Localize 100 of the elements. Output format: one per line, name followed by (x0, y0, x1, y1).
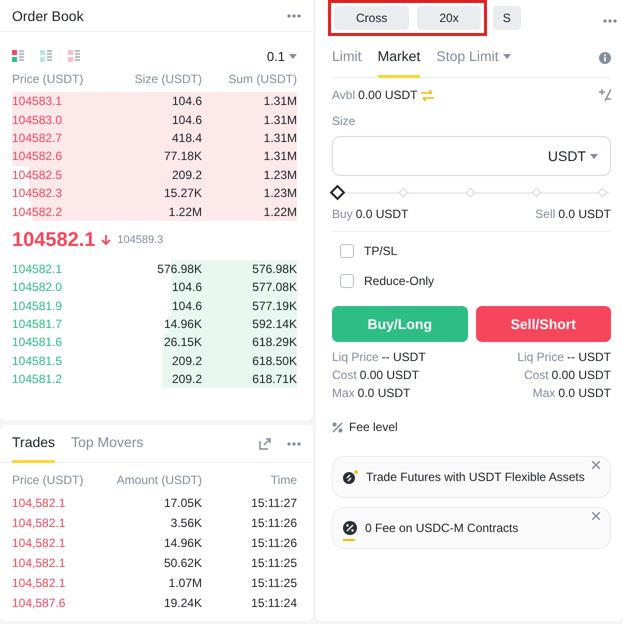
size-cell: 104.6 (172, 298, 202, 313)
accent-bar (343, 539, 355, 541)
sell-amount-value: 0.0 USDT (558, 207, 611, 221)
amount-cell: 50.62K (164, 556, 202, 570)
sum-cell: 1.22M (264, 204, 297, 219)
transfer-icon[interactable] (420, 90, 434, 100)
close-icon[interactable] (592, 512, 600, 520)
size-cell: 209.2 (172, 372, 202, 386)
more-icon[interactable] (287, 442, 301, 446)
column-header: Price (USDT) (12, 473, 84, 487)
sum-cell: 576.98K (252, 262, 297, 276)
info-icon[interactable] (599, 52, 611, 64)
discount-badge-icon (343, 521, 357, 535)
mode-button[interactable]: Cross (334, 6, 410, 30)
size-input-field[interactable]: USDT (332, 136, 611, 176)
info-value: 0.00 USDT (360, 368, 420, 384)
external-link-icon[interactable] (259, 438, 271, 450)
sum-cell: 1.31M (264, 112, 297, 127)
info-value: 0.0 USDT (558, 386, 611, 402)
precision-dropdown[interactable]: 0.1 (266, 48, 297, 64)
info-value: -- USDT (382, 350, 426, 366)
price-cell: 104,582.1 (12, 556, 66, 570)
price-cell: 104583.0 (12, 112, 62, 127)
slider-stop (531, 188, 542, 198)
sell-short-button[interactable]: Sell/Short (476, 306, 611, 342)
price-cell: 104582.5 (12, 168, 62, 182)
book-asks-icon[interactable] (68, 50, 80, 62)
banner-text: 0 Fee on USDC-M Contracts (365, 521, 518, 535)
amount-cell: 1.07M (168, 576, 202, 590)
checkbox[interactable] (340, 244, 354, 258)
info-value: -- USDT (567, 350, 611, 366)
amount-cell: 19.24K (164, 596, 202, 610)
price-cell: 104582.7 (12, 130, 62, 145)
sum-cell: 1.23M (264, 168, 297, 182)
sum-cell: 577.19K (252, 298, 297, 313)
info-value: 0.0 USDT (358, 386, 410, 402)
order-type-tab[interactable]: Market (378, 38, 420, 78)
column-header: Price (USDT) (12, 72, 84, 86)
caret-icon (289, 54, 297, 58)
price-cell: 104581.7 (12, 317, 62, 332)
info-label: Max (332, 386, 355, 402)
sell-amount-label: Sell (535, 207, 556, 221)
size-cell: 77.18K (164, 149, 202, 164)
price-cell: 104582.2 (12, 204, 62, 219)
mode-button[interactable]: S (492, 6, 521, 30)
sum-cell: 618.50K (252, 354, 297, 368)
mode-button[interactable]: 20x (417, 6, 481, 30)
book-bids-icon[interactable] (40, 50, 52, 62)
size-cell: 209.2 (172, 168, 202, 182)
column-header: Sum (USDT) (227, 72, 297, 86)
size-cell: 418.4 (172, 130, 202, 145)
book-both-icon[interactable] (12, 50, 24, 62)
fee-level-link[interactable]: Fee level (349, 420, 398, 434)
coin-spark-icon (343, 470, 358, 484)
time-cell: 15:11:25 (251, 576, 297, 590)
checkbox-label: TP/SL (364, 244, 398, 258)
amount-cell: 3.56K (170, 516, 202, 530)
info-label: Cost (332, 368, 357, 384)
available-label: Avbl (332, 88, 356, 102)
sum-cell: 1.23M (264, 186, 297, 200)
more-icon[interactable] (287, 14, 301, 18)
info-label: Liq Price (332, 350, 379, 366)
sum-cell: 618.29K (252, 335, 297, 350)
time-cell: 15:11:25 (251, 556, 297, 570)
sum-cell: 577.08K (252, 280, 297, 294)
percent-icon[interactable] (332, 422, 343, 432)
slider-stop (465, 188, 475, 198)
size-cell: 26.15K (164, 335, 202, 350)
caret-icon (590, 154, 598, 158)
sum-cell: 1.31M (264, 94, 297, 108)
sum-cell: 592.14K (252, 317, 297, 332)
price-cell: 104581.9 (12, 298, 62, 313)
slider-track[interactable] (330, 186, 609, 201)
price-cell: 104583.1 (12, 94, 62, 108)
checkbox-label: Reduce-Only (364, 274, 434, 288)
column-header: Size (USDT) (134, 72, 202, 86)
available-value: 0.00 USDT (358, 88, 418, 102)
buy-amount-value: 0.0 USDT (356, 207, 408, 221)
plus-minus-icon[interactable] (599, 89, 611, 101)
sum-cell: 618.71K (252, 372, 297, 386)
sum-cell: 1.31M (264, 130, 297, 145)
price-cell: 104,582.1 (12, 516, 66, 530)
checkbox[interactable] (340, 274, 354, 288)
info-label: Liq Price (517, 350, 564, 366)
price-cell: 104581.5 (12, 354, 62, 368)
price-cell: 104581.2 (12, 372, 62, 386)
info-value: 0.00 USDT (552, 368, 611, 384)
amount-cell: 14.96K (164, 536, 202, 550)
column-header: Amount (USDT) (116, 473, 202, 487)
size-cell: 14.96K (164, 317, 202, 332)
close-icon[interactable] (592, 461, 600, 469)
amount-cell: 17.05K (164, 496, 202, 510)
time-cell: 15:11:24 (251, 596, 297, 610)
caret-icon (502, 54, 511, 58)
panel-tab[interactable]: Trades (12, 424, 56, 462)
more-icon[interactable] (603, 19, 617, 23)
price-cell: 104582.3 (12, 186, 62, 200)
price-cell: 104582.0 (12, 280, 62, 294)
price-cell: 104,582.1 (12, 496, 66, 510)
info-label: Cost (524, 368, 549, 384)
